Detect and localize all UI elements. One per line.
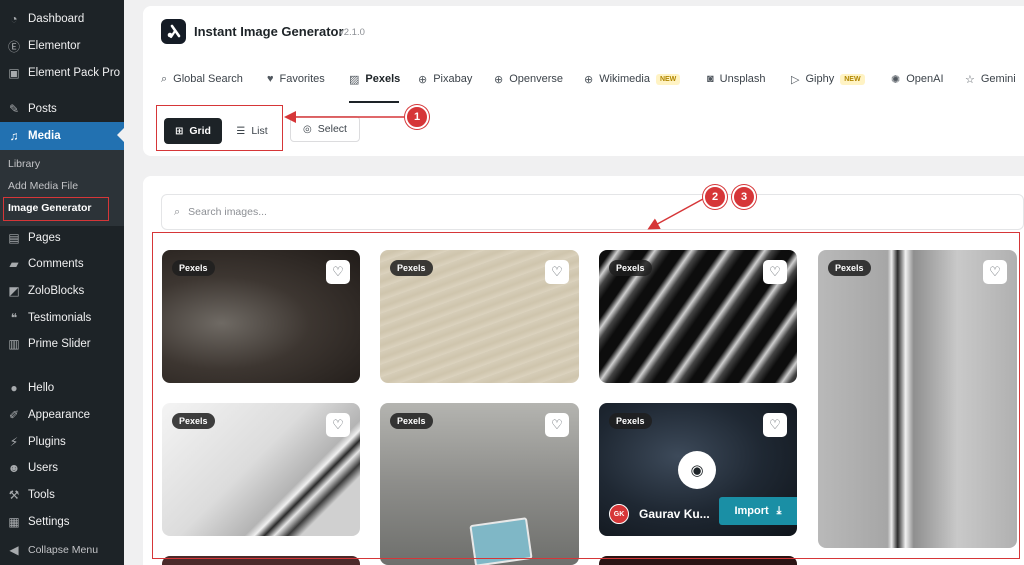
annotation-arrows	[284, 111, 704, 230]
arrow-2	[647, 198, 704, 230]
annotation-number-3: 3	[732, 185, 756, 209]
annotation-number-2: 2	[703, 185, 727, 209]
annotation-number-1: 1	[405, 105, 429, 129]
